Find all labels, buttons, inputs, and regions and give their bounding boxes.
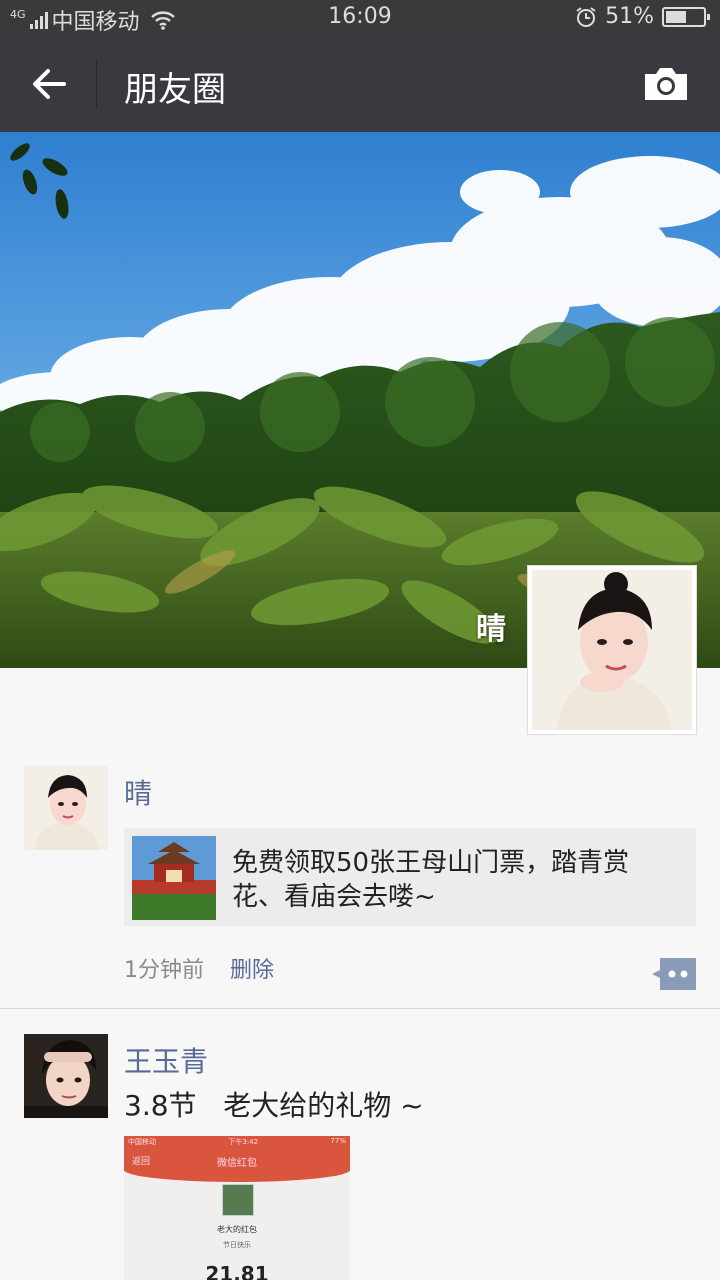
poster-name[interactable]: 王玉青 <box>124 1040 208 1080</box>
delete-button[interactable]: 删除 <box>230 952 274 984</box>
image-carrier: 中国移动 <box>128 1138 156 1146</box>
avatar-image <box>24 1034 108 1118</box>
avatar[interactable] <box>24 1034 108 1118</box>
image-status-bar: 中国移动 下午3:42 77% <box>124 1136 350 1148</box>
post-text: 3.8节 老大给的礼物 ~ <box>124 1089 424 1122</box>
comment-dots-icon <box>652 958 696 990</box>
link-thumbnail <box>132 836 216 920</box>
battery-percent: 51% <box>605 4 654 29</box>
camera-icon <box>645 68 687 100</box>
temple-thumbnail-image <box>132 836 216 920</box>
post-image[interactable]: 中国移动 下午3:42 77% 返回 微信红包 老大的红包 节日快乐 21.81 <box>124 1136 350 1280</box>
image-greeting: 节日快乐 <box>223 1241 251 1249</box>
status-bar: 4G 中国移动 16:09 51% <box>0 0 720 36</box>
image-time: 下午3:42 <box>228 1138 259 1146</box>
post-divider <box>0 1008 720 1009</box>
profile-name: 晴 <box>476 612 506 647</box>
alarm-icon <box>576 6 596 27</box>
poster-name[interactable]: 晴 <box>124 772 152 812</box>
avatar-image <box>24 766 108 850</box>
link-title: 免费领取50张王母山门票，踏青赏花、看庙会去喽~ <box>232 848 630 912</box>
link-card[interactable]: 免费领取50张王母山门票，踏青赏花、看庙会去喽~ <box>124 828 696 926</box>
profile-avatar-image <box>532 570 692 730</box>
back-button[interactable] <box>28 62 72 106</box>
profile-avatar[interactable] <box>528 566 696 734</box>
comment-button[interactable] <box>652 958 696 990</box>
image-title: 微信红包 <box>217 1158 257 1169</box>
post-time: 1分钟前 <box>124 958 204 983</box>
header-divider <box>96 60 97 108</box>
avatar[interactable] <box>24 766 108 850</box>
status-right: 51% <box>575 4 710 29</box>
camera-button[interactable] <box>642 66 690 102</box>
image-header: 返回 微信红包 <box>124 1148 350 1182</box>
page-title: 朋友圈 <box>124 70 226 110</box>
image-sender-avatar <box>222 1184 254 1216</box>
image-amount: 21.81 <box>205 1262 269 1280</box>
nav-header: 朋友圈 <box>0 36 720 132</box>
arrow-left-icon <box>33 69 66 99</box>
image-sender-label: 老大的红包 <box>217 1225 257 1234</box>
battery-icon <box>662 6 710 27</box>
image-battery: 77% <box>330 1137 346 1145</box>
